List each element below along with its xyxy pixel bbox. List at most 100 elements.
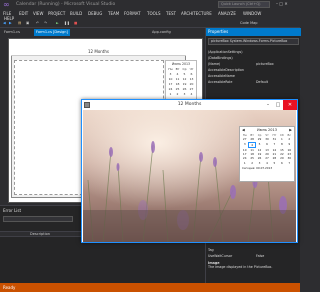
picturebox-image: ◀ Июнь 2013 ▶ Пн Вт Ср Чт Пт Сб Вс 27 28 29 30 31 1 2… bbox=[83, 110, 296, 242]
calendar-day[interactable]: 7 bbox=[286, 161, 293, 165]
maximize-button[interactable]: □ bbox=[279, 1, 283, 6]
calendar-days-grid: Пн Вт Ср Чт Пт Сб Вс 27 28 29 30 31 1 2 3 4 5 6 7 8 9 10 11 12 1… bbox=[240, 133, 294, 165]
calendar-day: 4 bbox=[176, 72, 179, 76]
calendar-day[interactable]: 4 bbox=[263, 161, 270, 165]
menu-format[interactable]: FORMAT bbox=[124, 11, 141, 16]
tab-app-config[interactable]: App.config bbox=[150, 29, 173, 36]
prop-name[interactable]: AccessibleName bbox=[208, 74, 235, 78]
minimize-button[interactable]: – bbox=[276, 1, 278, 6]
menu-team[interactable]: TEAM bbox=[108, 11, 119, 16]
running-app-window[interactable]: 12 Months – □ ✕ ◀ Июнь 2013 ▶ Пн Вт Ср Ч… bbox=[81, 99, 298, 243]
prop-value[interactable]: pictureBox bbox=[256, 62, 274, 66]
designer-calendar-grid: Пн Вт Ср Чт 3 4 5 6 10 11 12 13 17 18 19 20 24 25 26 27 1 2 3 4 bbox=[166, 67, 196, 96]
prop-name[interactable]: (ApplicationSettings) bbox=[208, 50, 243, 54]
toolbar: ◀ ▶ ▤ ▣ ↶ ↷ ► ❚❚ ■ Code Map bbox=[0, 20, 300, 28]
calendar-day: 3 bbox=[169, 72, 172, 76]
status-text: Ready bbox=[3, 285, 16, 290]
menu-build[interactable]: BUILD bbox=[70, 11, 82, 16]
code-map-button[interactable]: Code Map bbox=[240, 21, 257, 27]
running-minimize-button[interactable]: – bbox=[263, 100, 273, 110]
month-calendar[interactable]: ◀ Июнь 2013 ▶ Пн Вт Ср Чт Пт Сб Вс 27 28 29 30 31 1 2… bbox=[239, 126, 295, 182]
stop-icon[interactable]: ■ bbox=[74, 21, 77, 27]
menu-view[interactable]: VIEW bbox=[33, 11, 43, 16]
redo-icon[interactable]: ↷ bbox=[44, 21, 47, 27]
save-icon[interactable]: ▣ bbox=[26, 21, 29, 27]
running-window-controls: – □ ✕ bbox=[263, 100, 297, 110]
calendar-day: 1 bbox=[169, 92, 172, 96]
calendar-prev-icon[interactable]: ◀ bbox=[242, 128, 245, 132]
calendar-day[interactable]: 2 bbox=[248, 161, 255, 165]
calendar-day: 13 bbox=[189, 77, 194, 81]
properties-object-selector[interactable]: pictureBox System.Windows.Forms.PictureB… bbox=[208, 38, 299, 45]
error-list-title: Error List bbox=[3, 208, 22, 213]
calendar-day: 12 bbox=[182, 77, 187, 81]
running-close-button[interactable]: ✕ bbox=[283, 100, 297, 110]
open-file-icon[interactable]: ▤ bbox=[18, 21, 21, 27]
calendar-month-label[interactable]: Июнь 2013 bbox=[257, 128, 277, 132]
calendar-day: 11 bbox=[175, 77, 180, 81]
calendar-today-footer[interactable]: Сегодня: 09.07.2013 bbox=[240, 165, 294, 171]
prop-value[interactable]: Default bbox=[256, 80, 268, 84]
window-controls: – □ ✕ bbox=[276, 1, 298, 8]
continue-icon[interactable]: ► bbox=[56, 21, 59, 27]
title-bar: ∞ Calendar (Running) - Microsoft Visual … bbox=[0, 0, 300, 10]
prop-name[interactable]: UseWaitCursor bbox=[208, 254, 232, 258]
menu-test[interactable]: TEST bbox=[166, 11, 176, 16]
menu-architecture[interactable]: ARCHITECTURE bbox=[181, 11, 212, 16]
calendar-day: Ср bbox=[182, 67, 187, 71]
calendar-day: 6 bbox=[190, 72, 193, 76]
close-button[interactable]: ✕ bbox=[284, 1, 287, 6]
visual-studio-logo-icon: ∞ bbox=[3, 0, 10, 9]
calendar-next-icon[interactable]: ▶ bbox=[289, 128, 292, 132]
tab-form1-design[interactable]: Form1.cs [Design] bbox=[34, 29, 70, 36]
calendar-day: 25 bbox=[175, 87, 180, 91]
property-description-text: The image displayed in the PictureBox. bbox=[208, 265, 273, 269]
calendar-day[interactable]: 5 bbox=[271, 161, 278, 165]
menu-bar: FILE EDIT VIEW PROJECT BUILD DEBUG TEAM … bbox=[0, 10, 300, 21]
calendar-day: 17 bbox=[168, 82, 173, 86]
prop-name[interactable]: AccessibleDescription bbox=[208, 68, 244, 72]
calendar-day: 24 bbox=[168, 87, 173, 91]
calendar-day: Пн bbox=[168, 67, 173, 71]
tab-form1-cs[interactable]: Form1.cs bbox=[2, 29, 22, 36]
calendar-day: 10 bbox=[168, 77, 173, 81]
prop-name[interactable]: AccessibleRole bbox=[208, 80, 232, 84]
prop-name[interactable]: (DataBindings) bbox=[208, 56, 233, 60]
menu-analyze[interactable]: ANALYZE bbox=[218, 11, 236, 16]
designer-form-title: 12 Months bbox=[11, 48, 186, 56]
calendar-day: 18 bbox=[175, 82, 180, 86]
pause-icon[interactable]: ❚❚ bbox=[64, 21, 70, 27]
calendar-day: 20 bbox=[189, 82, 194, 86]
prop-value[interactable]: False bbox=[256, 254, 264, 258]
calendar-day: 26 bbox=[182, 87, 187, 91]
calendar-day[interactable]: 3 bbox=[256, 161, 263, 165]
menu-tools[interactable]: TOOLS bbox=[147, 11, 161, 16]
calendar-day: 5 bbox=[183, 72, 186, 76]
menu-window[interactable]: WINDOW bbox=[243, 11, 261, 16]
prop-name[interactable]: (Name) bbox=[208, 62, 220, 66]
calendar-day: Чт bbox=[189, 67, 194, 71]
calendar-day[interactable]: 1 bbox=[241, 161, 248, 165]
back-icon[interactable]: ◀ bbox=[3, 21, 6, 27]
property-description: Image The image displayed in the Picture… bbox=[208, 261, 299, 269]
calendar-day: 27 bbox=[189, 87, 194, 91]
document-tabs: Form1.cs Form1.cs [Design] App.config bbox=[0, 28, 205, 37]
error-list-filter[interactable] bbox=[3, 216, 73, 222]
calendar-day[interactable]: 6 bbox=[278, 161, 285, 165]
menu-edit[interactable]: EDIT bbox=[19, 11, 28, 16]
quick-launch-input[interactable]: Quick Launch (Ctrl+Q) bbox=[218, 1, 270, 8]
window-title: Calendar (Running) - Microsoft Visual St… bbox=[16, 2, 116, 7]
calendar-day: 4 bbox=[190, 92, 193, 96]
app-icon bbox=[84, 102, 90, 108]
forward-icon[interactable]: ▶ bbox=[9, 21, 12, 27]
column-description[interactable]: Description bbox=[30, 232, 50, 236]
properties-title: Properties bbox=[206, 28, 301, 36]
calendar-day: 3 bbox=[183, 92, 186, 96]
status-bar: Ready bbox=[0, 283, 300, 292]
prop-name[interactable]: Tag bbox=[208, 248, 214, 252]
menu-project[interactable]: PROJECT bbox=[48, 11, 65, 16]
running-maximize-button[interactable]: □ bbox=[273, 100, 283, 110]
menu-debug[interactable]: DEBUG bbox=[88, 11, 102, 16]
calendar-day: Вт bbox=[175, 67, 180, 71]
undo-icon[interactable]: ↶ bbox=[36, 21, 39, 27]
